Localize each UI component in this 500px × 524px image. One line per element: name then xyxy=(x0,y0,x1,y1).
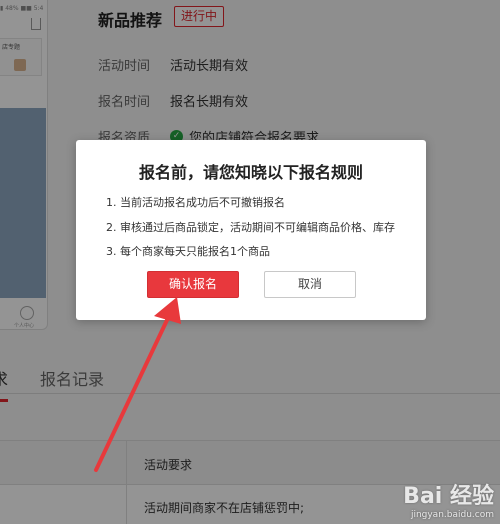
dialog-title: 报名前，请您知晓以下报名规则 xyxy=(138,163,363,182)
rule-item: 2. 审核通过后商品锁定，活动期间不可编辑商品价格、库存 xyxy=(106,221,395,234)
rule-item: 3. 每个商家每天只能报名1个商品 xyxy=(106,245,270,258)
watermark-url: jingyan.baidu.com xyxy=(410,510,494,520)
signup-rules-dialog: 报名前，请您知晓以下报名规则 1. 当前活动报名成功后不可撤销报名 2. 审核通… xyxy=(76,140,426,320)
confirm-signup-button[interactable]: 确认报名 xyxy=(147,271,239,298)
baidu-jingyan-watermark: Bai 经验 jingyan.baidu.com xyxy=(403,478,494,520)
cancel-button[interactable]: 取消 xyxy=(264,271,356,298)
watermark-logo: Bai 经验 xyxy=(403,484,494,509)
rule-item: 1. 当前活动报名成功后不可撤销报名 xyxy=(106,196,285,209)
